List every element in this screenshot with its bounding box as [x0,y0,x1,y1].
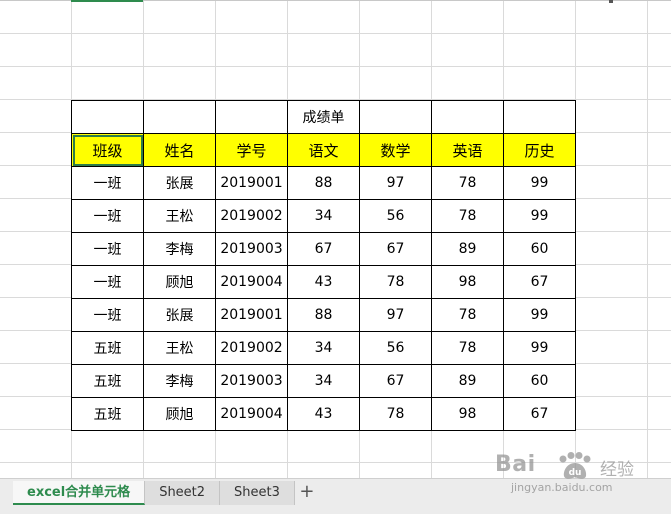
add-sheet-button[interactable]: + [295,481,319,505]
table-cell[interactable]: 78 [431,298,504,332]
table-cell[interactable]: 王松 [143,331,216,365]
header-cell-name[interactable]: 姓名 [143,133,216,167]
table-cell[interactable]: 五班 [71,397,144,431]
header-cell-math[interactable]: 数学 [359,133,432,167]
header-cell-history[interactable]: 历史 [503,133,576,167]
table-cell[interactable]: 67 [503,397,576,431]
table-cell[interactable]: 顾旭 [143,397,216,431]
table-row: 一班 顾旭 2019004 43 78 98 67 [71,265,576,299]
table-cell[interactable]: 34 [287,199,360,233]
sheet-tab-3[interactable]: Sheet3 [220,481,295,505]
header-row: 班级 姓名 学号 语文 数学 英语 历史 [71,133,576,167]
cell[interactable] [431,100,504,134]
table-cell[interactable]: 60 [503,364,576,398]
table-row: 一班 王松 2019002 34 56 78 99 [71,199,576,233]
cell[interactable] [503,100,576,134]
table-cell[interactable]: 王松 [143,199,216,233]
table-cell[interactable]: 一班 [71,298,144,332]
header-cell-english[interactable]: 英语 [431,133,504,167]
table-cell[interactable]: 张展 [143,298,216,332]
table-cell[interactable]: 78 [359,265,432,299]
cell[interactable] [71,100,144,134]
table-cell[interactable]: 78 [431,166,504,200]
table-cell[interactable]: 2019001 [215,298,288,332]
table-cell[interactable]: 2019003 [215,232,288,266]
header-cell-chinese[interactable]: 语文 [287,133,360,167]
cell[interactable] [143,100,216,134]
table-cell[interactable]: 43 [287,265,360,299]
sheet-tab-bar: excel合并单元格 Sheet2 Sheet3 + [0,478,671,514]
table-cell[interactable]: 顾旭 [143,265,216,299]
table-cell[interactable]: 78 [431,331,504,365]
table-cell[interactable]: 60 [503,232,576,266]
table-cell[interactable]: 67 [359,364,432,398]
table-cell[interactable]: 一班 [71,265,144,299]
spreadsheet-grid[interactable]: 成绩单 班级 姓名 学号 语文 数学 英语 历史 一班 张展 2019001 88 97… [0,0,671,478]
table-cell[interactable]: 张展 [143,166,216,200]
table-cell[interactable]: 2019004 [215,265,288,299]
table-title[interactable]: 成绩单 [287,100,360,134]
table-cell[interactable]: 一班 [71,232,144,266]
table-cell[interactable]: 99 [503,298,576,332]
table-cell[interactable]: 2019002 [215,331,288,365]
table-cell[interactable]: 97 [359,166,432,200]
table-cell[interactable]: 98 [431,397,504,431]
table-cell[interactable]: 一班 [71,199,144,233]
table-row: 五班 李梅 2019003 34 67 89 60 [71,364,576,398]
table-cell[interactable]: 88 [287,298,360,332]
score-table: 成绩单 班级 姓名 学号 语文 数学 英语 历史 一班 张展 2019001 88 97… [71,100,576,431]
table-cell[interactable]: 2019001 [215,166,288,200]
table-cell[interactable]: 2019002 [215,199,288,233]
table-cell[interactable]: 97 [359,298,432,332]
table-cell[interactable]: 78 [431,199,504,233]
table-cell[interactable]: 67 [359,232,432,266]
sheet-tab-1[interactable]: excel合并单元格 [13,481,146,505]
header-cell-id[interactable]: 学号 [215,133,288,167]
cell[interactable] [215,100,288,134]
table-cell[interactable]: 89 [431,232,504,266]
scroll-mark [609,0,613,3]
table-cell[interactable]: 99 [503,199,576,233]
table-cell[interactable]: 2019003 [215,364,288,398]
table-cell[interactable]: 89 [431,364,504,398]
table-cell[interactable]: 99 [503,166,576,200]
table-cell[interactable]: 李梅 [143,364,216,398]
header-cell-class[interactable]: 班级 [71,133,144,167]
table-cell[interactable]: 67 [503,265,576,299]
table-row: 五班 顾旭 2019004 43 78 98 67 [71,397,576,431]
table-cell[interactable]: 五班 [71,331,144,365]
table-cell[interactable]: 五班 [71,364,144,398]
table-row: 一班 李梅 2019003 67 67 89 60 [71,232,576,266]
table-cell[interactable]: 43 [287,397,360,431]
table-cell[interactable]: 67 [287,232,360,266]
table-cell[interactable]: 34 [287,364,360,398]
table-cell[interactable]: 李梅 [143,232,216,266]
table-row: 一班 张展 2019001 88 97 78 99 [71,298,576,332]
table-cell[interactable]: 78 [359,397,432,431]
table-cell[interactable]: 一班 [71,166,144,200]
title-row: 成绩单 [71,100,576,134]
table-row: 五班 王松 2019002 34 56 78 99 [71,331,576,365]
cell[interactable] [359,100,432,134]
table-cell[interactable]: 99 [503,331,576,365]
table-cell[interactable]: 34 [287,331,360,365]
active-column-indicator [71,0,143,2]
table-cell[interactable]: 88 [287,166,360,200]
table-cell[interactable]: 98 [431,265,504,299]
sheet-tabs: excel合并单元格 Sheet2 Sheet3 + [13,481,319,505]
table-cell[interactable]: 2019004 [215,397,288,431]
sheet-tab-2[interactable]: Sheet2 [145,481,221,505]
table-cell[interactable]: 56 [359,331,432,365]
table-row: 一班 张展 2019001 88 97 78 99 [71,166,576,200]
table-cell[interactable]: 56 [359,199,432,233]
